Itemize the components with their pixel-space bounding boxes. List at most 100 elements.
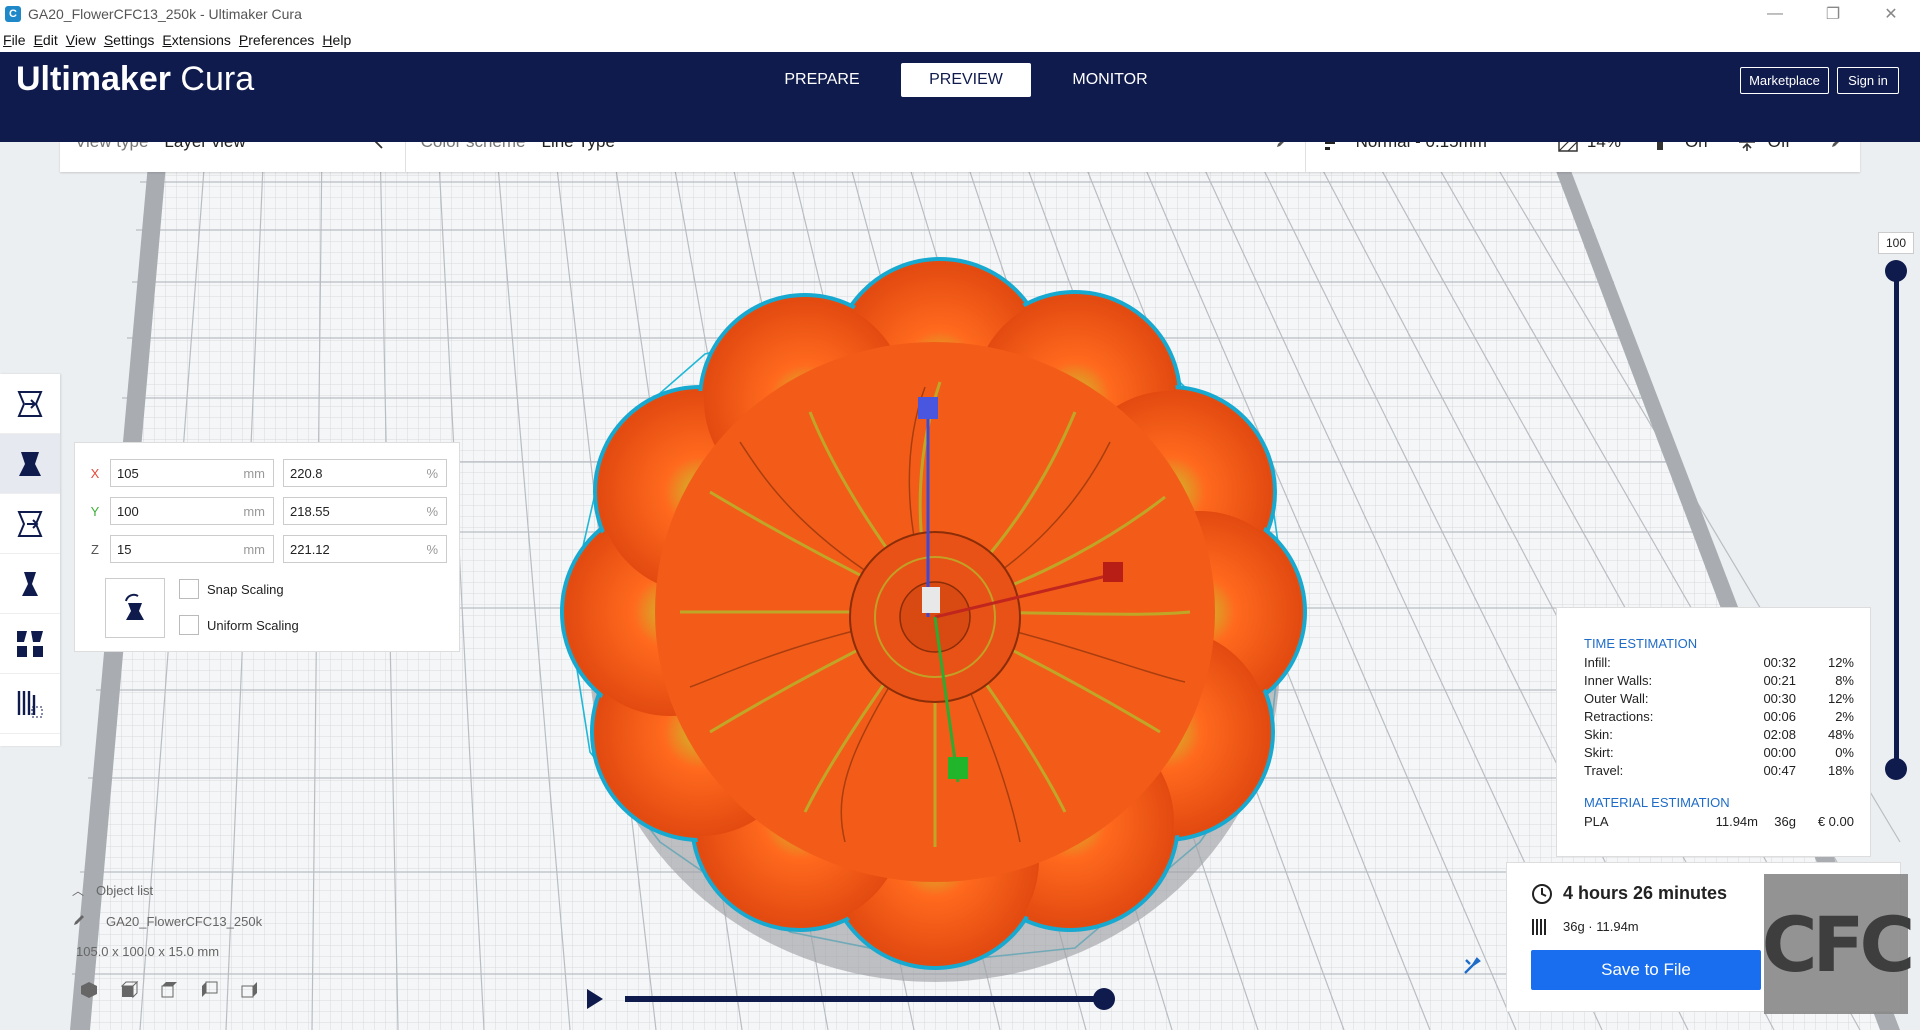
z-axis-label: Z — [91, 541, 99, 557]
time-row-name: Skirt: — [1584, 745, 1614, 760]
y-axis-label: Y — [90, 503, 100, 519]
tab-prepare[interactable]: PREPARE — [757, 63, 887, 97]
left-view-icon[interactable] — [200, 981, 218, 1002]
material-row-pla: PLA 11.94m 36g € 0.00 — [1584, 814, 1854, 829]
move-icon — [17, 390, 43, 417]
object-row[interactable]: GA20_FlowerCFC13_250k — [72, 913, 262, 930]
time-row-time: 00:47 — [1763, 763, 1796, 778]
marketplace-button[interactable]: Marketplace — [1740, 67, 1829, 94]
menu-settings[interactable]: Settings — [104, 32, 155, 48]
support-blocker-tool[interactable] — [0, 674, 60, 734]
snap-scaling-label: Snap Scaling — [207, 581, 284, 597]
save-to-file-button[interactable]: Save to File — [1531, 950, 1761, 990]
wrench-icon[interactable] — [1462, 956, 1482, 981]
time-row-percent: 18% — [1827, 763, 1854, 778]
profile-icon — [1322, 142, 1344, 153]
z-mm-value: 15 — [117, 541, 132, 557]
time-row-infill: Infill: 00:32 12% — [1584, 655, 1854, 670]
view-toolbar: View type Layer view Color scheme Line T… — [60, 142, 1860, 172]
layer-lower-handle[interactable] — [1885, 758, 1907, 780]
snap-scaling-checkbox[interactable] — [179, 579, 199, 599]
adhesion-value: Off — [1768, 142, 1790, 152]
brand-logo: Ultimaker Cura — [16, 60, 254, 99]
chevron-left-icon[interactable] — [368, 142, 390, 153]
layer-upper-handle[interactable] — [1885, 260, 1907, 282]
time-row-name: Retractions: — [1584, 709, 1654, 724]
time-row-outer-wall: Outer Wall: 00:30 12% — [1584, 691, 1854, 706]
layer-value-box[interactable]: 100 — [1878, 232, 1914, 254]
play-icon[interactable] — [585, 988, 605, 1015]
pencil-icon[interactable] — [1271, 142, 1293, 153]
time-row-name: Infill: — [1584, 655, 1611, 670]
pencil-icon[interactable] — [1826, 142, 1848, 153]
rotate-tool[interactable] — [0, 494, 60, 554]
chevron-up-icon[interactable]: ︿ — [72, 882, 84, 899]
tool-column — [0, 374, 60, 746]
pencil-icon — [72, 913, 86, 930]
x-mm-value: 105 — [117, 465, 139, 481]
print-time: 4 hours 26 minutes — [1563, 883, 1728, 903]
app-header: Ultimaker Cura PREPARE PREVIEW MONITOR M… — [0, 52, 1920, 142]
z-mm-unit: mm — [243, 541, 265, 557]
path-slider-handle[interactable] — [1093, 988, 1115, 1010]
adhesion-icon — [1736, 142, 1758, 153]
z-mm-input[interactable]: 15 mm — [110, 535, 274, 563]
z-percent-input[interactable]: 221.12 % — [283, 535, 447, 563]
tab-monitor[interactable]: MONITOR — [1045, 63, 1175, 97]
time-row-percent: 12% — [1827, 691, 1854, 706]
menu-preferences[interactable]: Preferences — [239, 32, 315, 48]
menu-help[interactable]: Help — [322, 32, 351, 48]
menu-file[interactable]: File — [3, 32, 26, 48]
mirror-icon — [22, 571, 38, 596]
view-type-label: View type — [75, 142, 148, 152]
y-mm-input[interactable]: 100 mm — [110, 497, 274, 525]
layer-slider[interactable]: 100 — [1878, 232, 1918, 780]
y-percent-unit: % — [426, 503, 438, 519]
uniform-scaling-label: Uniform Scaling — [207, 617, 299, 633]
time-row-time: 00:32 — [1763, 655, 1796, 670]
color-scheme-value: Line Type — [542, 142, 615, 152]
move-tool[interactable] — [0, 374, 60, 434]
front-view-icon[interactable] — [120, 980, 139, 1002]
menu-bar: File Edit View Settings Extensions Prefe… — [0, 28, 1920, 52]
object-list-panel: ︿ Object list GA20_FlowerCFC13_250k 105.… — [72, 882, 262, 1002]
tab-preview[interactable]: PREVIEW — [901, 63, 1031, 97]
stage-tabs: PREPARE PREVIEW MONITOR — [757, 63, 1189, 97]
object-list-header[interactable]: ︿ Object list — [72, 882, 262, 899]
per-model-settings-tool[interactable] — [0, 614, 60, 674]
print-settings-selector[interactable]: Normal - 0.15mm 14% On Off — [1306, 142, 1860, 172]
scale-tool[interactable] — [0, 434, 60, 494]
3d-view-icon[interactable] — [80, 981, 98, 1002]
view-type-selector[interactable]: View type Layer view — [60, 142, 405, 172]
clock-icon — [1531, 883, 1553, 910]
close-button[interactable]: ✕ — [1862, 0, 1920, 28]
restore-button[interactable]: ❐ — [1804, 0, 1862, 28]
time-row-skirt: Skirt: 00:00 0% — [1584, 745, 1854, 760]
right-view-icon[interactable] — [240, 981, 258, 1002]
time-row-name: Outer Wall: — [1584, 691, 1649, 706]
z-percent-unit: % — [426, 541, 438, 557]
infill-value: 14% — [1587, 142, 1621, 152]
print-details-panel: TIME ESTIMATION Infill: 00:32 12% Inner … — [1556, 607, 1871, 857]
material-length: 11.94m — [1715, 814, 1758, 829]
y-percent-input[interactable]: 218.55 % — [283, 497, 447, 525]
menu-edit[interactable]: Edit — [34, 32, 58, 48]
sign-in-button[interactable]: Sign in — [1837, 67, 1899, 94]
x-percent-value: 220.8 — [290, 465, 323, 481]
x-mm-input[interactable]: 105 mm — [110, 459, 274, 487]
path-slider-track[interactable] — [625, 996, 1105, 1002]
x-percent-input[interactable]: 220.8 % — [283, 459, 447, 487]
infill-icon — [1557, 142, 1579, 153]
menu-view[interactable]: View — [66, 32, 96, 48]
uniform-scaling-checkbox[interactable] — [179, 615, 199, 635]
reset-scale-button[interactable] — [105, 578, 165, 638]
top-view-icon[interactable] — [160, 981, 178, 1002]
minimize-button[interactable]: — — [1746, 0, 1804, 28]
time-row-percent: 2% — [1835, 709, 1854, 724]
time-row-name: Travel: — [1584, 763, 1624, 778]
layer-slider-track[interactable] — [1894, 270, 1899, 766]
menu-extensions[interactable]: Extensions — [162, 32, 231, 48]
time-row-time: 00:06 — [1763, 709, 1796, 724]
mirror-tool[interactable] — [0, 554, 60, 614]
color-scheme-selector[interactable]: Color scheme Line Type — [406, 142, 1305, 172]
